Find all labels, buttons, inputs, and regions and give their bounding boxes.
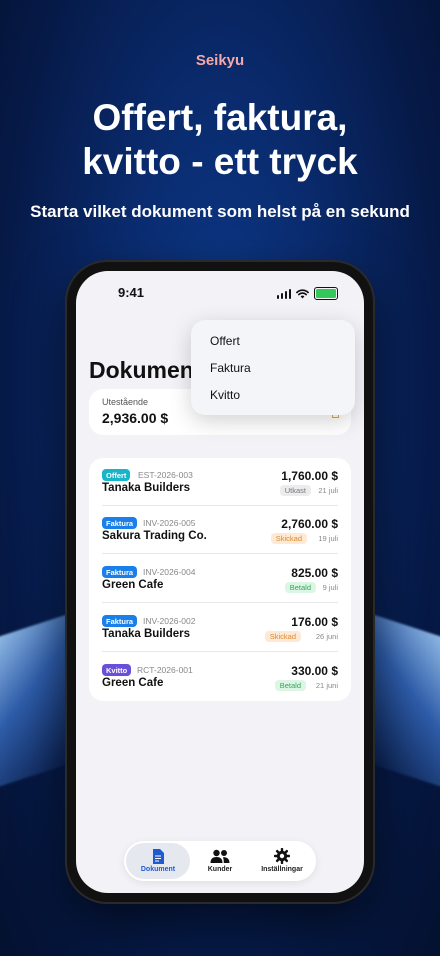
client-name: Sakura Trading Co.: [102, 530, 207, 542]
battery-icon: [314, 287, 338, 300]
document-list: Offert EST-2026-003 Tanaka Builders 1,76…: [89, 458, 351, 701]
status-badge: Betald: [284, 582, 316, 593]
new-document-menu: Offert Faktura Kvitto: [191, 320, 355, 415]
list-item[interactable]: Faktura INV-2026-005 Sakura Trading Co. …: [89, 506, 351, 554]
status-time: 9:41: [118, 285, 145, 300]
wifi-icon: [296, 288, 309, 298]
document-amount: 2,760.00 $: [281, 517, 338, 531]
tab-dokument[interactable]: Dokument: [126, 843, 190, 879]
type-badge: Faktura: [102, 566, 138, 578]
client-name: Green Cafe: [102, 579, 164, 591]
divider: [102, 602, 338, 603]
status-badge: Betald: [274, 680, 306, 691]
gear-icon: [274, 848, 290, 864]
client-name: Tanaka Builders: [102, 628, 190, 640]
outstanding-label: Utestående: [102, 397, 149, 407]
document-number: INV-2026-002: [143, 616, 196, 626]
type-badge: Faktura: [102, 615, 138, 627]
document-date: 9 juli: [322, 583, 338, 592]
client-name: Green Cafe: [102, 677, 164, 689]
phone-screen: 9:41 Dokument Utestående 2,936.00 $ Offe…: [76, 271, 364, 893]
document-number: INV-2026-004: [143, 567, 196, 577]
client-name: Tanaka Builders: [102, 482, 190, 494]
list-item[interactable]: Kvitto RCT-2026-001 Green Cafe 330.00 $ …: [89, 653, 351, 701]
tab-kunder[interactable]: Kunder: [188, 841, 252, 881]
tab-label: Dokument: [140, 866, 176, 873]
status-badge: Utkast: [279, 485, 311, 496]
headline: Offert, faktura, kvitto - ett tryck: [0, 96, 440, 184]
status-badge: Skickad: [270, 533, 307, 544]
document-amount: 1,760.00 $: [281, 469, 338, 483]
tab-bar: Dokument Kunder Inställningar: [124, 841, 316, 881]
type-badge: Kvitto: [102, 664, 132, 676]
brand-name: Seikyu: [195, 52, 245, 69]
document-number: RCT-2026-001: [137, 665, 193, 675]
phone-frame: 9:41 Dokument Utestående 2,936.00 $ Offe…: [67, 262, 373, 902]
outstanding-value: 2,936.00 $: [102, 410, 169, 426]
document-number: EST-2026-003: [138, 470, 193, 480]
divider: [102, 553, 338, 554]
page-title: Dokument: [89, 357, 202, 383]
document-date: 21 juli: [318, 486, 338, 495]
tab-installningar[interactable]: Inställningar: [250, 841, 314, 881]
list-item[interactable]: Faktura INV-2026-002 Tanaka Builders 176…: [89, 604, 351, 652]
list-item[interactable]: Faktura INV-2026-004 Green Cafe 825.00 $…: [89, 555, 351, 603]
menu-item-kvitto[interactable]: Kvitto: [210, 388, 240, 402]
divider: [102, 651, 338, 652]
document-date: 21 juni: [315, 681, 338, 690]
document-amount: 330.00 $: [291, 664, 338, 678]
headline-line-1: Offert, faktura,: [92, 97, 348, 138]
signal-icon: [276, 288, 291, 299]
tab-label: Kunder: [207, 866, 233, 873]
document-icon: [153, 849, 164, 864]
type-badge: Faktura: [102, 517, 138, 529]
tab-label: Inställningar: [261, 866, 303, 873]
people-icon: [210, 849, 230, 863]
list-item[interactable]: Offert EST-2026-003 Tanaka Builders 1,76…: [89, 458, 351, 506]
status-icons: [276, 287, 338, 300]
document-amount: 825.00 $: [291, 566, 338, 580]
type-badge: Offert: [102, 469, 131, 481]
document-number: INV-2026-005: [143, 518, 196, 528]
status-badge: Skickad: [264, 631, 301, 642]
menu-item-faktura[interactable]: Faktura: [210, 361, 251, 375]
document-date: 19 juli: [318, 534, 338, 543]
status-bar: 9:41: [76, 285, 364, 305]
document-amount: 176.00 $: [291, 615, 338, 629]
subline: Starta vilket dokument som helst på en s…: [30, 202, 410, 221]
headline-line-2: kvitto - ett tryck: [82, 141, 358, 182]
menu-item-offert[interactable]: Offert: [210, 334, 240, 348]
document-date: 26 juni: [315, 632, 338, 641]
